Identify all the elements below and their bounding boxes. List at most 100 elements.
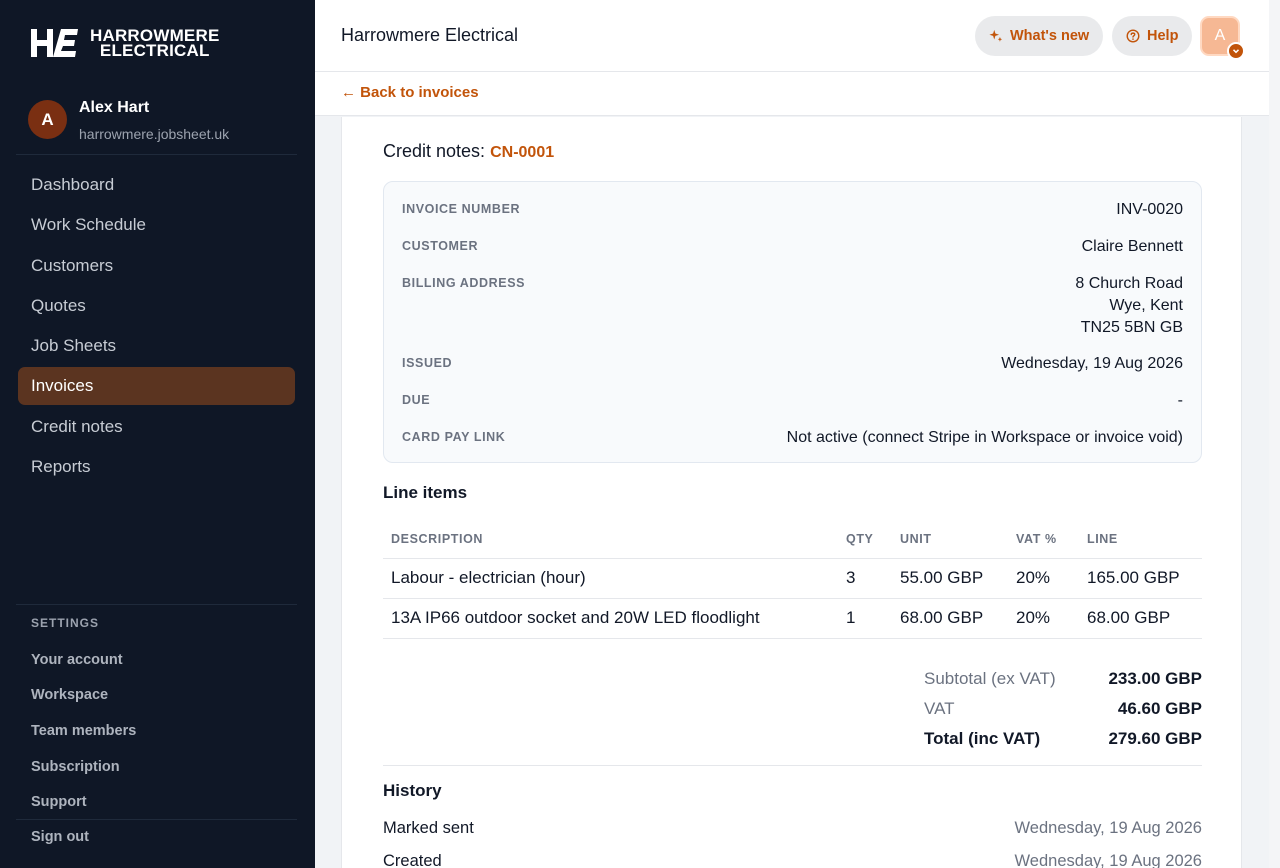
total-value: 279.60 GBP	[1108, 729, 1202, 748]
settings-item-subscription[interactable]: Subscription	[31, 749, 136, 785]
settings-heading: SETTINGS	[31, 616, 100, 630]
vat-label: VAT	[924, 699, 955, 718]
history-date: Wednesday, 19 Aug 2026	[1014, 819, 1202, 837]
total-row: Total (inc VAT) 279.60 GBP	[924, 724, 1202, 754]
history-date: Wednesday, 19 Aug 2026	[1014, 852, 1202, 868]
detail-row: INVOICE NUMBER INV-0020	[402, 199, 1183, 221]
cell-unit: 68.00 GBP	[892, 598, 1008, 639]
detail-label: CARD PAY LINK	[402, 430, 506, 444]
avatar-initial: A	[1214, 27, 1226, 44]
logo-text: HARROWMERE ELECTRICAL	[90, 26, 220, 60]
detail-row: ISSUED Wednesday, 19 Aug 2026	[402, 353, 1183, 375]
subtotal-label: Subtotal (ex VAT)	[924, 669, 1056, 688]
sidebar-item-credit-notes[interactable]: Credit notes	[18, 408, 295, 446]
credit-notes-row: Credit notes: CN-0001	[383, 141, 554, 162]
billing-address-value: 8 Church Road Wye, Kent TN25 5BN GB	[1075, 275, 1183, 336]
subtotal-row: Subtotal (ex VAT) 233.00 GBP	[924, 664, 1202, 694]
column-header: LINE	[1079, 521, 1202, 559]
column-header: VAT %	[1008, 521, 1079, 559]
cell-description: Labour - electrician (hour)	[383, 558, 838, 599]
sparkle-icon	[989, 29, 1003, 42]
cell-vat: 20%	[1008, 598, 1079, 639]
sidebar-divider	[16, 154, 297, 155]
history-heading: History	[383, 781, 442, 800]
history-event: Marked sent	[383, 819, 474, 837]
sidebar-divider	[16, 819, 297, 820]
sidebar: HARROWMERE ELECTRICAL A Alex Hart harrow…	[0, 0, 315, 868]
sign-out-link[interactable]: Sign out	[31, 829, 89, 845]
help-circle-icon	[1126, 29, 1140, 43]
vat-row: VAT 46.60 GBP	[924, 694, 1202, 724]
column-header: QTY	[838, 521, 892, 559]
account-menu-button[interactable]: A	[1200, 16, 1245, 60]
line-items-heading: Line items	[383, 483, 468, 502]
cell-line: 165.00 GBP	[1079, 558, 1202, 599]
scrollbar-track[interactable]	[1269, 0, 1280, 868]
detail-label: INVOICE NUMBER	[402, 202, 521, 216]
subtotal-value: 233.00 GBP	[1108, 669, 1202, 688]
cell-line: 68.00 GBP	[1079, 598, 1202, 639]
cell-vat: 20%	[1008, 558, 1079, 599]
sidebar-item-invoices[interactable]: Invoices	[18, 367, 295, 406]
detail-row: CARD PAY LINK Not active (connect Stripe…	[402, 427, 1183, 449]
sidebar-item-customers[interactable]: Customers	[18, 247, 295, 285]
settings-item-your-account[interactable]: Your account	[31, 642, 136, 678]
history-item: Created Wednesday, 19 Aug 2026	[383, 852, 1202, 868]
section-divider	[383, 765, 1202, 766]
help-label: Help	[1147, 28, 1179, 44]
invoice-card: Credit notes: CN-0001 INVOICE NUMBER INV…	[341, 117, 1242, 868]
detail-row: CUSTOMER Claire Bennett	[402, 236, 1183, 258]
user-profile[interactable]: A Alex Hart harrowmere.jobsheet.uk	[28, 98, 229, 142]
user-domain: harrowmere.jobsheet.uk	[79, 126, 230, 142]
detail-label: BILLING ADDRESS	[402, 276, 526, 290]
total-label: Total (inc VAT)	[924, 729, 1041, 748]
settings-nav: Your account Workspace Team members Subs…	[31, 642, 136, 820]
settings-item-support[interactable]: Support	[31, 784, 136, 820]
credit-note-link[interactable]: CN-0001	[490, 144, 554, 161]
main-content: Credit notes: CN-0001 INVOICE NUMBER INV…	[315, 117, 1269, 868]
user-name: Alex Hart	[79, 99, 150, 116]
sidebar-item-quotes[interactable]: Quotes	[18, 287, 295, 325]
customer-value: Claire Bennett	[1081, 238, 1183, 255]
cell-unit: 55.00 GBP	[892, 558, 1008, 599]
logo-mark-icon	[31, 29, 78, 57]
whats-new-label: What's new	[1010, 28, 1090, 44]
sidebar-item-work-schedule[interactable]: Work Schedule	[18, 206, 295, 244]
column-header: DESCRIPTION	[383, 521, 838, 559]
settings-item-workspace[interactable]: Workspace	[31, 678, 136, 714]
settings-item-team-members[interactable]: Team members	[31, 713, 136, 749]
back-to-invoices-link[interactable]: ← Back to invoices	[341, 84, 479, 101]
invoice-number-value: INV-0020	[1116, 201, 1183, 218]
workspace-title: Harrowmere Electrical	[341, 25, 519, 45]
detail-row: DUE -	[402, 390, 1183, 412]
detail-row: BILLING ADDRESS 8 Church Road Wye, Kent …	[402, 273, 1183, 339]
invoice-details-panel: INVOICE NUMBER INV-0020 CUSTOMER Claire …	[383, 181, 1202, 463]
sidebar-divider	[16, 604, 297, 605]
sidebar-nav: Dashboard Work Schedule Customers Quotes…	[18, 166, 295, 488]
avatar: A	[28, 100, 67, 139]
totals-block: Subtotal (ex VAT) 233.00 GBP VAT 46.60 G…	[924, 664, 1202, 754]
detail-label: CUSTOMER	[402, 239, 479, 253]
history-event: Created	[383, 852, 442, 868]
sidebar-item-job-sheets[interactable]: Job Sheets	[18, 327, 295, 365]
sub-bar: ← Back to invoices	[315, 72, 1269, 116]
detail-label: ISSUED	[402, 356, 453, 370]
card-pay-link-value: Not active (connect Stripe in Workspace …	[786, 429, 1183, 446]
sidebar-item-dashboard[interactable]: Dashboard	[18, 166, 295, 204]
table-header-row: DESCRIPTION QTY UNIT VAT % LINE	[383, 521, 1202, 559]
sidebar-item-reports[interactable]: Reports	[18, 448, 295, 486]
help-button[interactable]: Help	[1112, 16, 1193, 56]
cell-qty: 1	[838, 598, 892, 639]
table-row: Labour - electrician (hour) 3 55.00 GBP …	[383, 558, 1202, 599]
credit-notes-label: Credit notes:	[383, 141, 486, 161]
cell-description: 13A IP66 outdoor socket and 20W LED floo…	[383, 598, 838, 639]
company-logo[interactable]: HARROWMERE ELECTRICAL	[30, 26, 220, 60]
column-header: UNIT	[892, 521, 1008, 559]
line-items-table: DESCRIPTION QTY UNIT VAT % LINE Labour -…	[383, 521, 1202, 639]
whats-new-button[interactable]: What's new	[975, 16, 1104, 56]
cell-qty: 3	[838, 558, 892, 599]
issued-value: Wednesday, 19 Aug 2026	[1001, 355, 1183, 372]
top-bar: Harrowmere Electrical What's new Help A	[315, 0, 1269, 72]
history-item: Marked sent Wednesday, 19 Aug 2026	[383, 819, 1202, 838]
vat-value: 46.60 GBP	[1117, 699, 1202, 718]
